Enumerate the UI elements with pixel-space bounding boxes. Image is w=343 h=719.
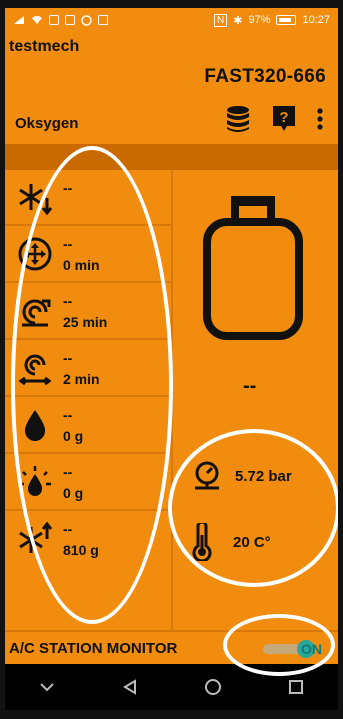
home-icon[interactable] [193, 672, 233, 702]
signal-icon [14, 16, 24, 24]
app-header: testmech FAST320-666 Oksygen ? [5, 32, 338, 144]
gas-bottle-icon [201, 192, 305, 342]
calendar-icon [98, 15, 108, 25]
more-vert-icon[interactable] [311, 104, 329, 134]
pump-vacuum-icon [13, 289, 57, 333]
monitor-toggle[interactable]: ON [263, 640, 323, 658]
temperature-value: 20 C° [233, 533, 271, 551]
user-name: testmech [9, 38, 80, 55]
spiral-compress-icon [13, 346, 57, 390]
reading-sub: 25 min [63, 314, 108, 330]
chevron-down-icon[interactable] [27, 672, 67, 702]
reading-row[interactable]: -- [5, 170, 171, 226]
app-screen: N ✱ 97% 10:27 testmech FAST320-666 Oksyg… [5, 8, 338, 710]
mail-icon [65, 15, 75, 25]
pressure-reading: 5.72 bar [191, 460, 292, 492]
section-divider [5, 144, 338, 170]
phone-frame: N ✱ 97% 10:27 testmech FAST320-666 Oksyg… [0, 0, 343, 719]
reading-row[interactable]: -- 810 g [5, 511, 171, 571]
help-icon[interactable]: ? [269, 104, 299, 134]
uv-drop-icon [13, 460, 57, 504]
reading-value: -- [63, 464, 73, 480]
bluetooth-icon: ✱ [233, 14, 243, 27]
fan-arrows-icon [13, 232, 57, 276]
reading-row[interactable]: -- 25 min [5, 283, 171, 340]
system-nav-bar [5, 664, 338, 710]
oil-drop-icon [13, 403, 57, 447]
tank-value: -- [243, 375, 257, 397]
snowflake-down-icon [13, 176, 57, 220]
pressure-gauge-icon [195, 461, 219, 490]
back-icon[interactable] [110, 672, 150, 702]
reading-value: -- [63, 407, 73, 423]
reading-sub: 2 min [63, 371, 100, 387]
reading-sub: 0 g [63, 428, 84, 444]
reading-row[interactable]: -- 2 min [5, 340, 171, 397]
reading-sub: 0 min [63, 257, 100, 273]
clock: 10:27 [302, 14, 330, 26]
database-icon[interactable] [223, 104, 253, 134]
whatsapp-icon [81, 14, 92, 26]
device-name: FAST320-666 [204, 66, 326, 87]
battery-percent: 97% [248, 14, 271, 26]
process-readings: -- -- 0 min -- 25 min -- 2 min -- 0 g --… [5, 170, 171, 630]
nfc-icon: N [213, 13, 228, 27]
reading-row[interactable]: -- 0 g [5, 454, 171, 511]
snowflake-up-icon [13, 517, 57, 561]
status-bar: N ✱ 97% 10:27 [5, 8, 338, 32]
reading-sub: 810 g [63, 542, 99, 558]
toggle-state: ON [301, 641, 322, 657]
battery-icon [276, 15, 297, 25]
monitor-bar: A/C STATION MONITOR ON [5, 630, 338, 664]
reading-row[interactable]: -- 0 min [5, 226, 171, 283]
monitor-label: A/C STATION MONITOR [9, 640, 178, 657]
temperature-reading: 20 C° [191, 523, 271, 561]
pressure-value: 5.72 bar [235, 467, 292, 485]
reading-value: -- [63, 236, 73, 252]
svg-text:?: ? [279, 109, 288, 126]
thermometer-icon [192, 523, 212, 561]
reading-row[interactable]: -- 0 g [5, 397, 171, 454]
recent-apps-icon[interactable] [276, 672, 316, 702]
reading-value: -- [63, 350, 73, 366]
reading-sub: 0 g [63, 485, 84, 501]
tank-panel: -- 5.72 bar 20 C° [171, 170, 338, 630]
gas-type[interactable]: Oksygen [15, 115, 78, 132]
reading-value: -- [63, 293, 73, 309]
reading-value: -- [63, 521, 73, 537]
reading-value: -- [63, 180, 73, 196]
wifi-icon [32, 16, 42, 24]
image-icon [49, 15, 59, 25]
